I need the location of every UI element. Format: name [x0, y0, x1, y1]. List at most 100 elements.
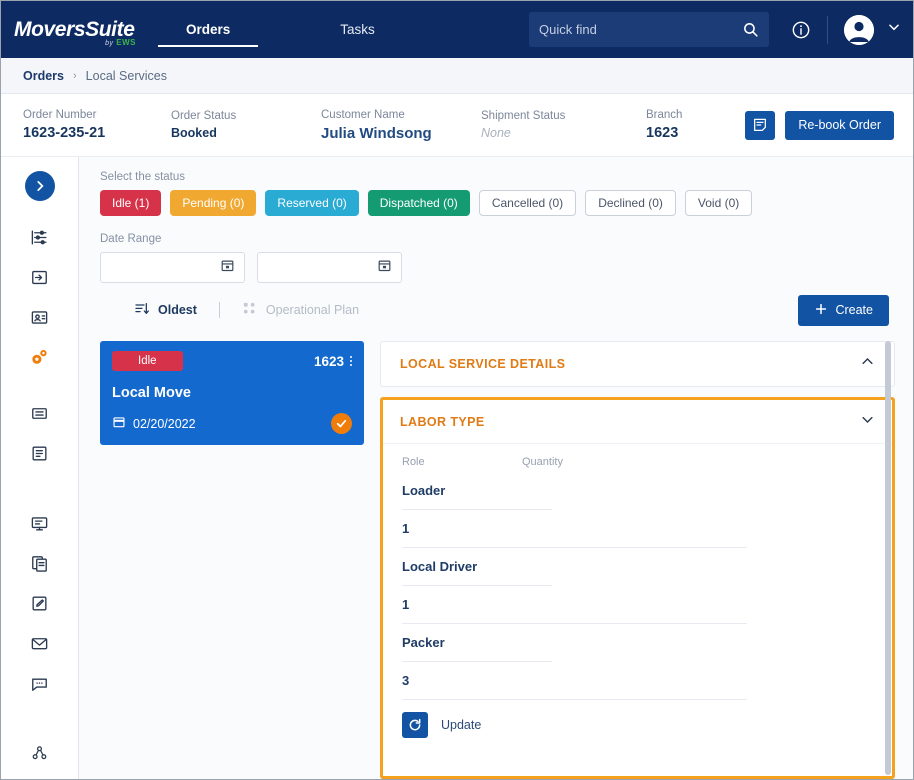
service-card-number: 1623	[314, 354, 344, 369]
chevron-up-icon[interactable]	[860, 354, 875, 374]
note-edit-icon[interactable]	[745, 111, 775, 140]
monitor-icon[interactable]	[20, 503, 60, 543]
operational-plan-button[interactable]: Operational Plan	[242, 301, 359, 319]
service-card-bottom-row: 02/20/2022	[112, 413, 352, 434]
column-header-role: Role	[402, 456, 522, 468]
status-chip-void[interactable]: Void (0)	[685, 190, 752, 216]
plus-icon	[814, 302, 828, 319]
update-button-label[interactable]: Update	[441, 718, 481, 732]
nav-divider	[827, 16, 828, 44]
local-service-card[interactable]: Idle 1623 Local Move	[100, 341, 364, 445]
status-chip-idle[interactable]: Idle (1)	[100, 190, 161, 216]
service-card-date: 02/20/2022	[112, 415, 196, 432]
detail-scrollbar-thumb[interactable]	[885, 341, 891, 775]
date-to-input[interactable]	[257, 252, 402, 283]
rebook-order-button[interactable]: Re-book Order	[785, 111, 894, 140]
service-panels: Idle 1623 Local Move	[100, 341, 913, 779]
status-chip-declined[interactable]: Declined (0)	[585, 190, 676, 216]
service-detail-column: LOCAL SERVICE DETAILS LABOR TYPE	[380, 341, 895, 779]
app-window: MoversSuite by EWS Orders Tasks Quick fi…	[0, 0, 914, 780]
operational-plan-label: Operational Plan	[266, 303, 359, 317]
date-from-input[interactable]	[100, 252, 245, 283]
check-circle-icon[interactable]	[331, 413, 352, 434]
date-range-label: Date Range	[100, 233, 913, 245]
status-badge: Idle	[112, 351, 183, 371]
share-nodes-icon[interactable]	[20, 733, 60, 773]
main-content: Select the status Idle (1) Pending (0) R…	[79, 157, 913, 779]
quantity-field-2[interactable]: 1	[402, 586, 747, 624]
detail-scrollbar[interactable]	[885, 341, 891, 775]
service-card-date-text: 02/20/2022	[133, 417, 196, 431]
sort-descending-icon	[134, 301, 150, 320]
local-service-details-title: LOCAL SERVICE DETAILS	[400, 357, 565, 371]
chat-bubble-icon[interactable]	[20, 663, 60, 703]
summary-shipment-status-value: None	[481, 126, 646, 140]
search-icon[interactable]	[742, 21, 759, 38]
left-icon-rail	[1, 157, 79, 779]
summary-shipment-status: Shipment Status None	[481, 110, 646, 140]
order-summary-bar: Order Number 1623-235-21 Order Status Bo…	[1, 94, 913, 157]
labor-type-header[interactable]: LABOR TYPE	[383, 400, 892, 444]
info-circle-icon[interactable]	[791, 20, 811, 40]
sliders-settings-icon[interactable]	[20, 217, 60, 257]
nav-item-tasks[interactable]: Tasks	[330, 1, 385, 58]
status-chip-pending[interactable]: Pending (0)	[170, 190, 256, 216]
nav-item-orders[interactable]: Orders	[176, 1, 240, 58]
role-field-1[interactable]: Loader	[402, 472, 552, 510]
clipboard-pencil-icon[interactable]	[20, 583, 60, 623]
summary-customer-name-value: Julia Windsong	[321, 125, 481, 142]
service-card-branch: 1623	[314, 354, 352, 369]
app-logo[interactable]: MoversSuite by EWS	[14, 19, 136, 41]
primary-nav: Orders Tasks	[176, 1, 385, 58]
chevron-down-icon[interactable]	[887, 20, 901, 39]
copy-documents-icon[interactable]	[20, 543, 60, 583]
refresh-icon[interactable]	[402, 712, 428, 738]
quantity-field-1[interactable]: 1	[402, 510, 747, 548]
envelope-icon[interactable]	[20, 623, 60, 663]
calendar-icon[interactable]	[377, 258, 392, 278]
summary-order-number-value: 1623-235-21	[23, 125, 171, 141]
calendar-icon[interactable]	[220, 258, 235, 278]
search-input[interactable]: Quick find	[529, 12, 769, 47]
local-service-details-section: LOCAL SERVICE DETAILS	[380, 341, 895, 387]
sort-oldest-button[interactable]: Oldest	[134, 301, 197, 320]
top-navigation-bar: MoversSuite by EWS Orders Tasks Quick fi…	[1, 1, 913, 58]
list-toolbar: Oldest Operational Plan	[100, 293, 913, 327]
breadcrumb-orders[interactable]: Orders	[23, 69, 64, 83]
quantity-field-3[interactable]: 3	[402, 662, 747, 700]
grid-dots-icon	[242, 301, 257, 319]
role-field-3[interactable]: Packer	[402, 624, 552, 662]
status-chip-reserved[interactable]: Reserved (0)	[265, 190, 358, 216]
create-label: Create	[835, 303, 873, 317]
breadcrumb-local-services: Local Services	[86, 69, 167, 83]
breadcrumb: Orders › Local Services	[1, 58, 913, 94]
kebab-menu-icon[interactable]	[350, 356, 352, 366]
labor-type-column-headers: Role Quantity	[402, 456, 875, 468]
summary-customer-name: Customer Name Julia Windsong	[321, 109, 481, 142]
chevron-right-expand-icon[interactable]	[25, 171, 55, 201]
labor-type-highlight: LABOR TYPE Role Quantity	[380, 397, 895, 779]
logo-subtext: by EWS	[105, 38, 136, 47]
summary-actions: Re-book Order	[745, 111, 894, 140]
list-lines-icon[interactable]	[20, 393, 60, 433]
contact-card-icon[interactable]	[20, 297, 60, 337]
summary-order-status-label: Order Status	[171, 110, 321, 122]
top-nav-right-group: Quick find	[529, 1, 903, 58]
create-button[interactable]: Create	[798, 295, 889, 326]
search-placeholder: Quick find	[539, 22, 742, 37]
local-service-details-header[interactable]: LOCAL SERVICE DETAILS	[381, 342, 894, 386]
summary-customer-name-label: Customer Name	[321, 109, 481, 121]
role-field-2[interactable]: Local Driver	[402, 548, 552, 586]
status-chip-dispatched[interactable]: Dispatched (0)	[368, 190, 470, 216]
document-lines-icon[interactable]	[20, 433, 60, 473]
status-chip-cancelled[interactable]: Cancelled (0)	[479, 190, 576, 216]
chevron-down-icon[interactable]	[860, 412, 875, 432]
gears-icon[interactable]	[20, 337, 60, 377]
inbox-arrow-icon[interactable]	[20, 257, 60, 297]
labor-type-title: LABOR TYPE	[400, 415, 485, 429]
calendar-icon	[112, 415, 126, 432]
toolbar-divider	[219, 302, 220, 318]
summary-order-number: Order Number 1623-235-21	[23, 109, 171, 141]
user-avatar-icon[interactable]	[844, 15, 874, 45]
service-card-title: Local Move	[112, 385, 352, 401]
